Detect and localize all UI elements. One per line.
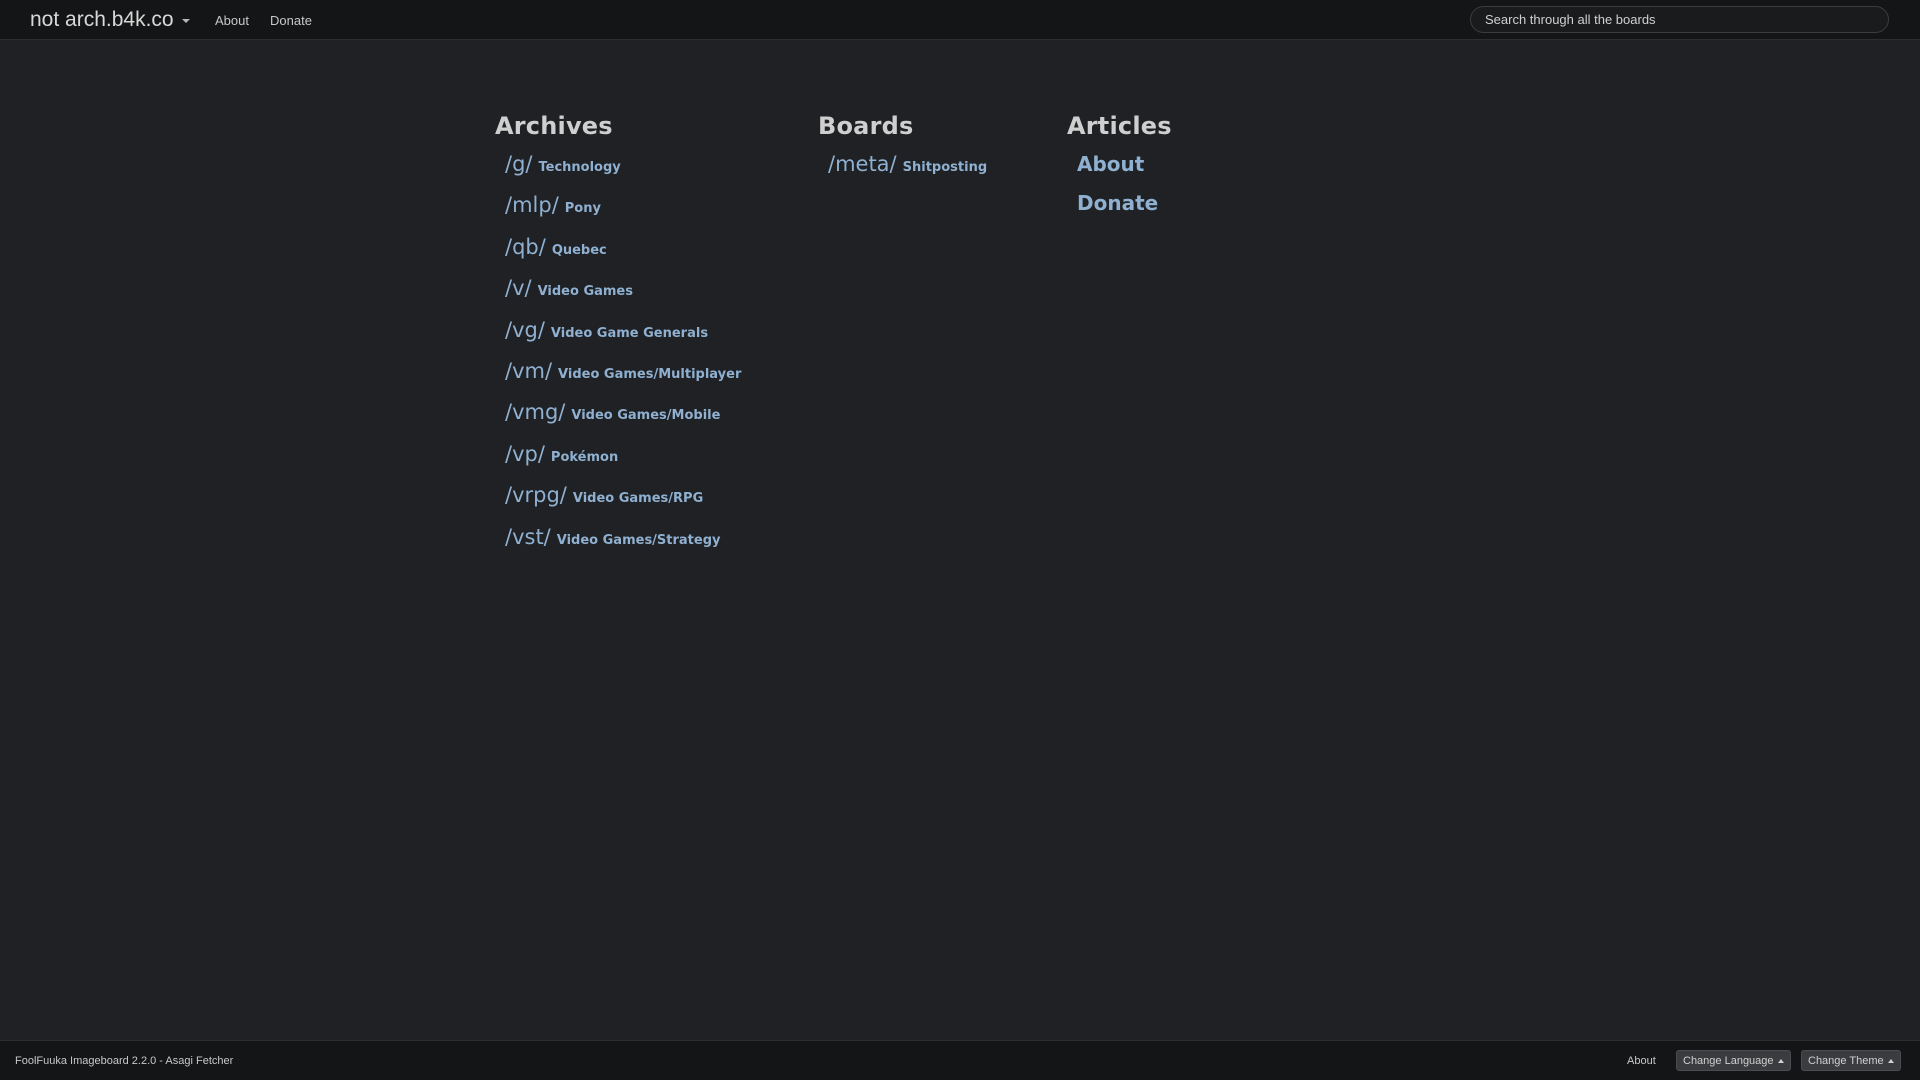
boards-heading: Boards	[818, 112, 914, 140]
board-name: Video Games	[537, 284, 633, 300]
board-code: /mlp/	[505, 193, 559, 218]
board-code: /vp/	[505, 441, 545, 466]
archive-board-link[interactable]: /mlp/Pony	[505, 193, 741, 234]
archive-board-link[interactable]: /qb/Quebec	[505, 235, 741, 276]
board-name: Pony	[564, 201, 601, 217]
site-brand-dropdown[interactable]: not arch.b4k.co	[30, 8, 190, 32]
top-navbar: not arch.b4k.co About Donate	[0, 0, 1920, 40]
board-code: /vmg/	[505, 400, 566, 425]
change-language-button[interactable]: Change Language	[1676, 1050, 1791, 1071]
board-code: /v/	[505, 276, 532, 301]
change-theme-label: Change Theme	[1808, 1054, 1884, 1067]
board-code: /qb/	[505, 234, 546, 259]
archive-board-link[interactable]: /vrpg/Video Games/RPG	[505, 483, 741, 524]
chevron-down-icon	[181, 19, 190, 23]
change-language-label: Change Language	[1683, 1054, 1774, 1067]
articles-list: About Donate	[1067, 152, 1172, 230]
board-code: /vst/	[505, 524, 551, 549]
footer-credit: FoolFuuka Imageboard 2.2.0 - Asagi Fetch…	[15, 1055, 234, 1067]
board-code: /vg/	[505, 317, 545, 342]
chevron-up-icon	[1777, 1058, 1784, 1063]
board-name: Video Games/Multiplayer	[558, 366, 742, 382]
archive-board-link[interactable]: /vm/Video Games/Multiplayer	[505, 359, 741, 400]
article-link-about[interactable]: About	[1077, 152, 1172, 191]
board-name: Video Game Generals	[550, 325, 709, 341]
archives-list: /g/Technology /mlp/Pony /qb/Quebec /v/Vi…	[495, 152, 741, 566]
chevron-up-icon	[1887, 1058, 1894, 1063]
board-code: /meta/	[828, 152, 897, 176]
board-name: Video Games/Mobile	[571, 408, 721, 424]
article-link-donate[interactable]: Donate	[1077, 191, 1172, 230]
nav-link-about[interactable]: About	[215, 13, 249, 28]
archive-board-link[interactable]: /v/Video Games	[505, 276, 741, 317]
board-name: Quebec	[551, 242, 607, 258]
board-link[interactable]: /meta/Shitposting	[828, 152, 987, 193]
board-name: Video Games/RPG	[572, 491, 704, 507]
footer-bar: FoolFuuka Imageboard 2.2.0 - Asagi Fetch…	[0, 1040, 1920, 1080]
nav-link-donate[interactable]: Donate	[270, 13, 312, 28]
boards-list: /meta/Shitposting	[818, 152, 987, 193]
board-code: /vm/	[505, 358, 553, 383]
board-code: /g/	[505, 152, 533, 176]
archive-board-link[interactable]: /vp/Pokémon	[505, 442, 741, 483]
boards-section: Boards /meta/Shitposting	[818, 112, 987, 193]
archive-board-link[interactable]: /g/Technology	[505, 152, 741, 193]
search-input[interactable]	[1470, 6, 1889, 33]
site-brand-label: not arch.b4k.co	[30, 8, 174, 31]
articles-heading: Articles	[1067, 112, 1172, 140]
archive-board-link[interactable]: /vmg/Video Games/Mobile	[505, 400, 741, 441]
board-name: Technology	[538, 160, 621, 175]
change-theme-button[interactable]: Change Theme	[1801, 1050, 1901, 1071]
archives-section: Archives /g/Technology /mlp/Pony /qb/Que…	[495, 112, 741, 566]
archive-board-link[interactable]: /vg/Video Game Generals	[505, 318, 741, 359]
board-code: /vrpg/	[505, 483, 567, 508]
archive-board-link[interactable]: /vst/Video Games/Strategy	[505, 525, 741, 566]
board-name: Pokémon	[550, 449, 619, 465]
board-name: Shitposting	[902, 160, 988, 175]
footer-about-link[interactable]: About	[1627, 1055, 1656, 1067]
board-name: Video Games/Strategy	[556, 532, 721, 548]
archives-heading: Archives	[495, 112, 613, 140]
articles-section: Articles About Donate	[1067, 112, 1172, 230]
